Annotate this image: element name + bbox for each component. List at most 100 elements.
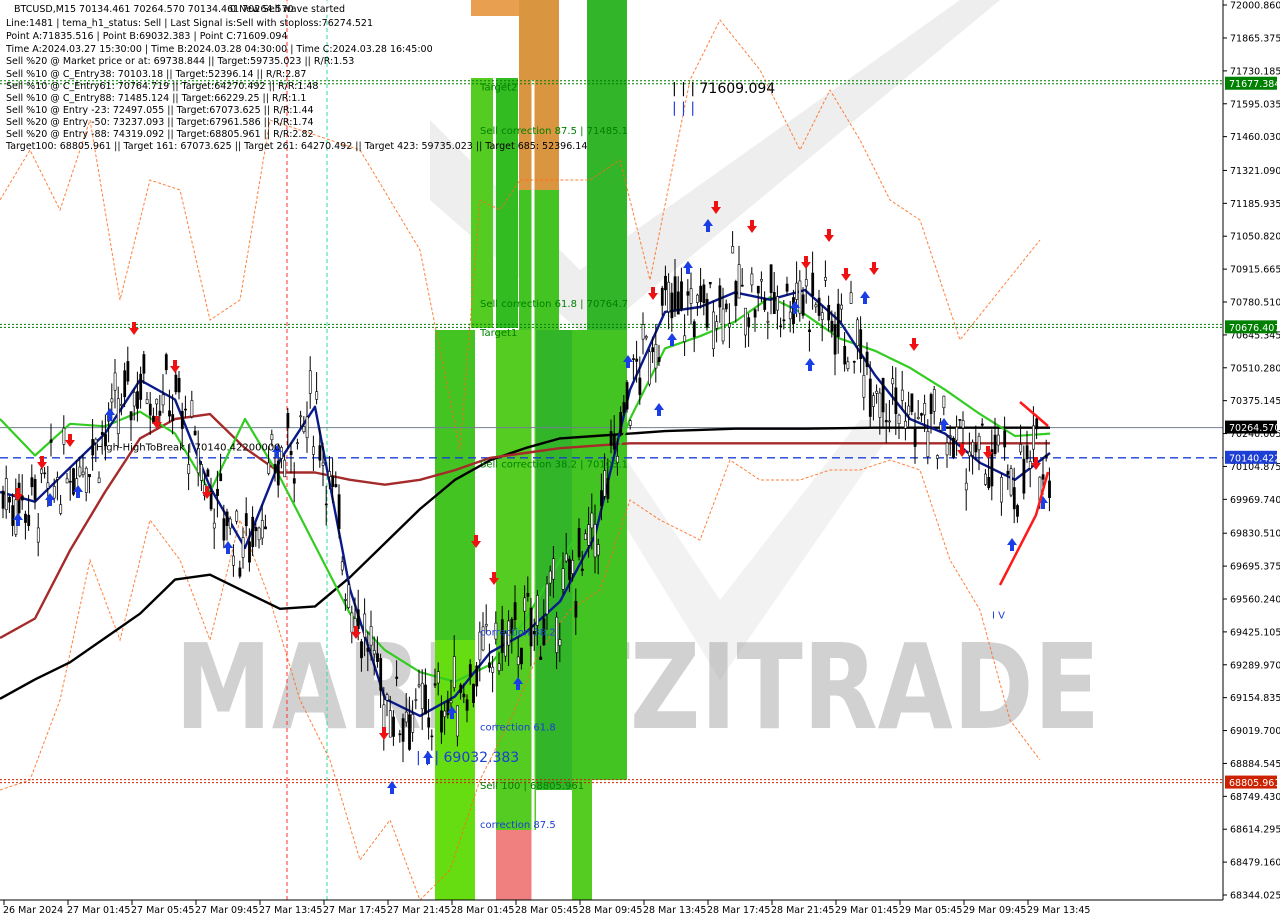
candle-body: [347, 584, 351, 608]
candle-body: [763, 298, 767, 310]
candle-body: [868, 378, 872, 417]
candle-body: [849, 292, 853, 304]
candle-body: [564, 553, 568, 562]
candle-body: [52, 486, 56, 499]
candle-body: [900, 389, 904, 401]
candle-body: [468, 664, 472, 677]
candle-body: [971, 441, 975, 456]
candle-body: [625, 382, 629, 410]
y-tick-label: 69154.835: [1230, 693, 1280, 704]
candle-body: [539, 656, 543, 660]
candle-body: [472, 683, 475, 703]
candle-body: [385, 694, 389, 701]
candle-body: [136, 391, 139, 409]
candle-body: [776, 296, 779, 311]
candle-body: [843, 345, 847, 365]
candle-body: [376, 653, 379, 662]
annotation-11: | | |: [672, 100, 695, 116]
candle-body: [174, 374, 178, 393]
candle-body: [859, 329, 863, 360]
candle-body: [180, 411, 184, 429]
candle-body: [97, 477, 101, 483]
candle-body: [926, 431, 930, 458]
info-line-5: Sell %20 @ Market price or at: 69738.844…: [6, 56, 354, 67]
candle-body: [622, 402, 626, 413]
candle-body: [632, 358, 635, 360]
candle-body: [545, 583, 549, 615]
x-tick-label: 28 Mar 17:45: [707, 905, 770, 916]
candle-body: [100, 431, 104, 436]
candle-body: [990, 449, 994, 487]
candle-body: [190, 400, 194, 417]
candle-body: [555, 616, 559, 653]
y-tick-label: 69425.105: [1230, 627, 1280, 638]
x-axis: 26 Mar 2024 27 Mar 01:45 27 Mar 05:45 27 Ma…: [3, 900, 1090, 916]
candle-body: [20, 495, 24, 501]
candle-body: [1, 490, 5, 509]
candle-body: [372, 650, 376, 655]
candle-body: [593, 524, 597, 558]
candle-body: [328, 471, 331, 478]
candle-body: [721, 308, 725, 342]
candle-body: [497, 663, 501, 672]
annotation-10: | | | 71609.094: [672, 81, 775, 97]
candle-body: [395, 676, 399, 679]
candle-body: [158, 410, 162, 416]
candle-body: [1035, 418, 1039, 430]
candle-body: [683, 335, 687, 342]
candle-body: [235, 510, 239, 522]
candle-body: [248, 541, 251, 563]
candle-body: [139, 373, 143, 400]
candle-body: [817, 297, 821, 316]
y-tick-label: 69695.375: [1230, 562, 1280, 573]
candle-body: [488, 662, 491, 668]
candle-body: [932, 389, 936, 412]
candle-body: [676, 291, 680, 315]
candle-body: [891, 378, 895, 385]
candle-body: [561, 568, 565, 590]
annotation-1: Sell correction 87.5 | 71485.1: [480, 126, 628, 137]
price-tag-label-0: 71677.384: [1229, 79, 1280, 90]
candle-body: [772, 292, 776, 314]
candle-body: [427, 717, 431, 728]
candle-body: [833, 324, 837, 355]
candle-body: [216, 488, 219, 496]
candle-body: [958, 419, 962, 421]
candle-body: [1003, 430, 1007, 448]
price-tag-label-3: 70140.422: [1229, 453, 1280, 464]
candle-body: [808, 329, 811, 333]
candle-body: [955, 426, 959, 441]
candle-body: [459, 684, 463, 693]
candle-body: [200, 464, 203, 481]
candle-body: [78, 466, 82, 477]
candle-body: [366, 647, 370, 652]
candle-body: [56, 477, 59, 480]
candle-body: [417, 684, 421, 687]
candle-body: [148, 403, 152, 416]
candle-body: [516, 656, 520, 665]
candle-body: [920, 413, 923, 416]
candle-body: [705, 298, 709, 328]
candle-body: [1000, 477, 1003, 503]
candle-body: [785, 283, 789, 292]
candle-body: [961, 420, 965, 429]
candle-body: [788, 311, 792, 320]
candle-body: [360, 641, 363, 659]
price-tag-label-1: 70676.407: [1229, 323, 1280, 334]
candle-body: [936, 455, 939, 459]
candle-body: [436, 671, 440, 684]
candle-body: [996, 434, 1000, 446]
candle-body: [596, 544, 600, 556]
candle-body: [878, 392, 882, 418]
candle-body: [225, 511, 229, 526]
y-tick-label: 68884.545: [1230, 759, 1280, 770]
y-tick-label: 70375.145: [1230, 396, 1280, 407]
candle-body: [420, 682, 424, 710]
candle-body: [308, 370, 312, 394]
candle-body: [558, 639, 562, 646]
candle-body: [344, 599, 347, 601]
candle-body: [392, 716, 395, 737]
candle-body: [798, 280, 802, 314]
candle-body: [670, 292, 674, 319]
candle-body: [475, 665, 479, 687]
